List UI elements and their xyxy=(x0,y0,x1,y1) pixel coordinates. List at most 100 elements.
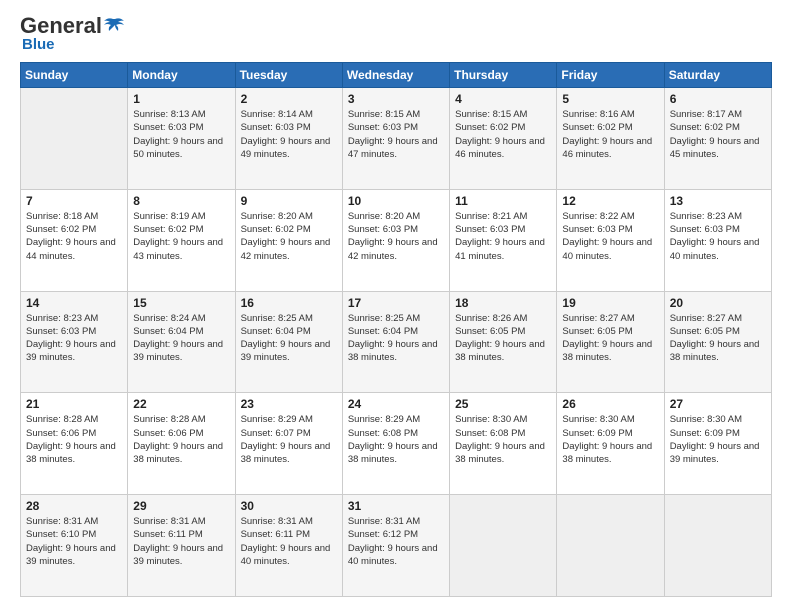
day-info: Sunrise: 8:22 AM Sunset: 6:03 PM Dayligh… xyxy=(562,210,658,263)
day-number: 16 xyxy=(241,296,337,310)
day-info: Sunrise: 8:17 AM Sunset: 6:02 PM Dayligh… xyxy=(670,108,766,161)
day-cell xyxy=(21,88,128,190)
day-number: 28 xyxy=(26,499,122,513)
day-info: Sunrise: 8:21 AM Sunset: 6:03 PM Dayligh… xyxy=(455,210,551,263)
day-info: Sunrise: 8:28 AM Sunset: 6:06 PM Dayligh… xyxy=(133,413,229,466)
day-cell: 11 Sunrise: 8:21 AM Sunset: 6:03 PM Dayli… xyxy=(450,189,557,291)
day-info: Sunrise: 8:20 AM Sunset: 6:03 PM Dayligh… xyxy=(348,210,444,263)
day-number: 11 xyxy=(455,194,551,208)
day-cell xyxy=(664,495,771,597)
header-cell-saturday: Saturday xyxy=(664,63,771,88)
day-number: 5 xyxy=(562,92,658,106)
day-number: 7 xyxy=(26,194,122,208)
calendar-header: SundayMondayTuesdayWednesdayThursdayFrid… xyxy=(21,63,772,88)
day-cell: 24 Sunrise: 8:29 AM Sunset: 6:08 PM Dayli… xyxy=(342,393,449,495)
day-cell: 18 Sunrise: 8:26 AM Sunset: 6:05 PM Dayli… xyxy=(450,291,557,393)
day-info: Sunrise: 8:30 AM Sunset: 6:09 PM Dayligh… xyxy=(562,413,658,466)
header-cell-wednesday: Wednesday xyxy=(342,63,449,88)
day-info: Sunrise: 8:30 AM Sunset: 6:08 PM Dayligh… xyxy=(455,413,551,466)
day-number: 27 xyxy=(670,397,766,411)
day-cell: 10 Sunrise: 8:20 AM Sunset: 6:03 PM Dayli… xyxy=(342,189,449,291)
day-info: Sunrise: 8:31 AM Sunset: 6:12 PM Dayligh… xyxy=(348,515,444,568)
day-number: 10 xyxy=(348,194,444,208)
day-number: 31 xyxy=(348,499,444,513)
day-info: Sunrise: 8:13 AM Sunset: 6:03 PM Dayligh… xyxy=(133,108,229,161)
day-cell: 15 Sunrise: 8:24 AM Sunset: 6:04 PM Dayli… xyxy=(128,291,235,393)
day-info: Sunrise: 8:29 AM Sunset: 6:07 PM Dayligh… xyxy=(241,413,337,466)
day-info: Sunrise: 8:31 AM Sunset: 6:10 PM Dayligh… xyxy=(26,515,122,568)
day-info: Sunrise: 8:18 AM Sunset: 6:02 PM Dayligh… xyxy=(26,210,122,263)
day-cell: 19Sunrise: 8:27 AM Sunset: 6:05 PM Dayli… xyxy=(557,291,664,393)
day-cell: 4 Sunrise: 8:15 AM Sunset: 6:02 PM Daylig… xyxy=(450,88,557,190)
header-cell-monday: Monday xyxy=(128,63,235,88)
day-info: Sunrise: 8:25 AM Sunset: 6:04 PM Dayligh… xyxy=(348,312,444,365)
day-cell: 2 Sunrise: 8:14 AM Sunset: 6:03 PM Daylig… xyxy=(235,88,342,190)
day-number: 25 xyxy=(455,397,551,411)
day-info: Sunrise: 8:16 AM Sunset: 6:02 PM Dayligh… xyxy=(562,108,658,161)
day-number: 18 xyxy=(455,296,551,310)
day-info: Sunrise: 8:31 AM Sunset: 6:11 PM Dayligh… xyxy=(133,515,229,568)
day-cell: 13 Sunrise: 8:23 AM Sunset: 6:03 PM Dayli… xyxy=(664,189,771,291)
day-info: Sunrise: 8:15 AM Sunset: 6:02 PM Dayligh… xyxy=(455,108,551,161)
day-number: 13 xyxy=(670,194,766,208)
day-info: Sunrise: 8:14 AM Sunset: 6:03 PM Dayligh… xyxy=(241,108,337,161)
day-number: 15 xyxy=(133,296,229,310)
day-info: Sunrise: 8:30 AM Sunset: 6:09 PM Dayligh… xyxy=(670,413,766,466)
day-info: Sunrise: 8:25 AM Sunset: 6:04 PM Dayligh… xyxy=(241,312,337,365)
day-number: 22 xyxy=(133,397,229,411)
day-cell: 23 Sunrise: 8:29 AM Sunset: 6:07 PM Dayli… xyxy=(235,393,342,495)
day-info: Sunrise: 8:29 AM Sunset: 6:08 PM Dayligh… xyxy=(348,413,444,466)
day-number: 23 xyxy=(241,397,337,411)
day-cell: 26 Sunrise: 8:30 AM Sunset: 6:09 PM Dayli… xyxy=(557,393,664,495)
day-number: 2 xyxy=(241,92,337,106)
day-cell: 12 Sunrise: 8:22 AM Sunset: 6:03 PM Dayli… xyxy=(557,189,664,291)
day-info: Sunrise: 8:24 AM Sunset: 6:04 PM Dayligh… xyxy=(133,312,229,365)
day-number: 6 xyxy=(670,92,766,106)
week-row-3: 14 Sunrise: 8:23 AM Sunset: 6:03 PM Dayli… xyxy=(21,291,772,393)
day-number: 4 xyxy=(455,92,551,106)
day-number: 20 xyxy=(670,296,766,310)
day-cell: 6 Sunrise: 8:17 AM Sunset: 6:02 PM Daylig… xyxy=(664,88,771,190)
header-row: SundayMondayTuesdayWednesdayThursdayFrid… xyxy=(21,63,772,88)
day-number: 12 xyxy=(562,194,658,208)
week-row-1: 1 Sunrise: 8:13 AM Sunset: 6:03 PM Daylig… xyxy=(21,88,772,190)
day-cell: 28 Sunrise: 8:31 AM Sunset: 6:10 PM Dayli… xyxy=(21,495,128,597)
page: General Blue SundayMondayTuesdayWednesda… xyxy=(0,0,792,612)
day-cell xyxy=(557,495,664,597)
week-row-2: 7 Sunrise: 8:18 AM Sunset: 6:02 PM Daylig… xyxy=(21,189,772,291)
day-cell: 27 Sunrise: 8:30 AM Sunset: 6:09 PM Dayli… xyxy=(664,393,771,495)
header-cell-sunday: Sunday xyxy=(21,63,128,88)
day-cell: 5 Sunrise: 8:16 AM Sunset: 6:02 PM Daylig… xyxy=(557,88,664,190)
day-cell: 25 Sunrise: 8:30 AM Sunset: 6:08 PM Dayli… xyxy=(450,393,557,495)
day-info: Sunrise: 8:19 AM Sunset: 6:02 PM Dayligh… xyxy=(133,210,229,263)
header-cell-tuesday: Tuesday xyxy=(235,63,342,88)
header-cell-thursday: Thursday xyxy=(450,63,557,88)
day-number: 19 xyxy=(562,296,658,310)
day-cell: 22 Sunrise: 8:28 AM Sunset: 6:06 PM Dayli… xyxy=(128,393,235,495)
day-cell: 20Sunrise: 8:27 AM Sunset: 6:05 PM Dayli… xyxy=(664,291,771,393)
calendar-table: SundayMondayTuesdayWednesdayThursdayFrid… xyxy=(20,62,772,597)
logo-blue-text: Blue xyxy=(22,37,126,52)
day-number: 26 xyxy=(562,397,658,411)
day-info: Sunrise: 8:15 AM Sunset: 6:03 PM Dayligh… xyxy=(348,108,444,161)
day-cell: 7 Sunrise: 8:18 AM Sunset: 6:02 PM Daylig… xyxy=(21,189,128,291)
day-cell: 3Sunrise: 8:15 AM Sunset: 6:03 PM Daylig… xyxy=(342,88,449,190)
day-cell: 17 Sunrise: 8:25 AM Sunset: 6:04 PM Dayli… xyxy=(342,291,449,393)
day-info: Sunrise: 8:23 AM Sunset: 6:03 PM Dayligh… xyxy=(670,210,766,263)
header-cell-friday: Friday xyxy=(557,63,664,88)
day-cell: 31 Sunrise: 8:31 AM Sunset: 6:12 PM Dayli… xyxy=(342,495,449,597)
day-number: 1 xyxy=(133,92,229,106)
day-cell: 9 Sunrise: 8:20 AM Sunset: 6:02 PM Daylig… xyxy=(235,189,342,291)
day-number: 17 xyxy=(348,296,444,310)
day-info: Sunrise: 8:23 AM Sunset: 6:03 PM Dayligh… xyxy=(26,312,122,365)
calendar-body: 1 Sunrise: 8:13 AM Sunset: 6:03 PM Daylig… xyxy=(21,88,772,597)
day-number: 9 xyxy=(241,194,337,208)
day-info: Sunrise: 8:26 AM Sunset: 6:05 PM Dayligh… xyxy=(455,312,551,365)
week-row-4: 21Sunrise: 8:28 AM Sunset: 6:06 PM Dayli… xyxy=(21,393,772,495)
day-cell: 14 Sunrise: 8:23 AM Sunset: 6:03 PM Dayli… xyxy=(21,291,128,393)
day-info: Sunrise: 8:20 AM Sunset: 6:02 PM Dayligh… xyxy=(241,210,337,263)
day-cell: 29 Sunrise: 8:31 AM Sunset: 6:11 PM Dayli… xyxy=(128,495,235,597)
day-number: 24 xyxy=(348,397,444,411)
day-number: 29 xyxy=(133,499,229,513)
day-number: 14 xyxy=(26,296,122,310)
